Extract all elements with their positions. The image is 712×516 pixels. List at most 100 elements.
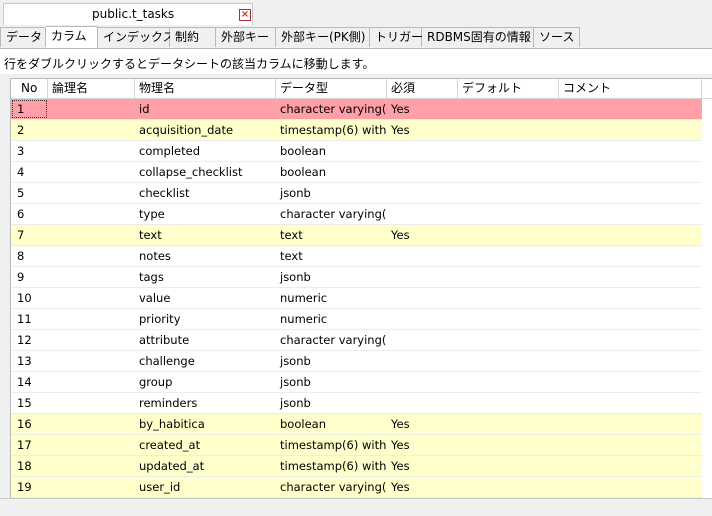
header-no[interactable]: No	[11, 79, 48, 98]
cell-no[interactable]: 5	[11, 183, 48, 203]
table-row[interactable]: 4 collapse_checklist boolean	[11, 162, 702, 183]
cell-default[interactable]	[458, 477, 559, 497]
cell-physical-name[interactable]: completed	[135, 141, 276, 161]
cell-logical-name[interactable]	[48, 99, 135, 119]
table-row[interactable]: 12 attributecharacter varying(50	[11, 330, 702, 351]
table-row[interactable]: 14 group jsonb	[11, 372, 702, 393]
cell-logical-name[interactable]	[48, 162, 135, 182]
cell-comment[interactable]	[559, 414, 702, 434]
cell-comment[interactable]	[559, 246, 702, 266]
cell-logical-name[interactable]	[48, 309, 135, 329]
table-row[interactable]: 2 acquisition_date timestamp(6) witho Yes	[11, 120, 702, 141]
cell-logical-name[interactable]	[48, 456, 135, 476]
cell-no[interactable]: 3	[11, 141, 48, 161]
cell-default[interactable]	[458, 204, 559, 224]
cell-comment[interactable]	[559, 435, 702, 455]
cell-logical-name[interactable]	[48, 393, 135, 413]
cell-default[interactable]	[458, 225, 559, 245]
cell-physical-name[interactable]: notes	[135, 246, 276, 266]
cell-default[interactable]	[458, 141, 559, 161]
cell-logical-name[interactable]	[48, 120, 135, 140]
cell-default[interactable]	[458, 120, 559, 140]
cell-no[interactable]: 2	[11, 120, 48, 140]
cell-logical-name[interactable]	[48, 351, 135, 371]
cell-data-type[interactable]: jsonb	[276, 183, 387, 203]
cell-required[interactable]	[387, 267, 458, 287]
cell-required[interactable]	[387, 246, 458, 266]
cell-required[interactable]: Yes	[387, 225, 458, 245]
cell-required[interactable]	[387, 162, 458, 182]
cell-no[interactable]: 6	[11, 204, 48, 224]
cell-logical-name[interactable]	[48, 372, 135, 392]
tab-data[interactable]: データ	[0, 27, 46, 47]
cell-required[interactable]	[387, 204, 458, 224]
cell-comment[interactable]	[559, 267, 702, 287]
cell-no[interactable]: 15	[11, 393, 48, 413]
cell-data-type[interactable]: boolean	[276, 414, 387, 434]
cell-required[interactable]: Yes	[387, 414, 458, 434]
cell-data-type[interactable]: jsonb	[276, 393, 387, 413]
cell-required[interactable]	[387, 351, 458, 371]
cell-logical-name[interactable]	[48, 288, 135, 308]
header-default[interactable]: デフォルト	[458, 79, 559, 98]
cell-logical-name[interactable]	[48, 246, 135, 266]
cell-data-type[interactable]: boolean	[276, 141, 387, 161]
cell-data-type[interactable]: jsonb	[276, 372, 387, 392]
cell-required[interactable]	[387, 141, 458, 161]
cell-default[interactable]	[458, 351, 559, 371]
cell-logical-name[interactable]	[48, 267, 135, 287]
cell-data-type[interactable]: character varying(50	[276, 204, 387, 224]
cell-physical-name[interactable]: collapse_checklist	[135, 162, 276, 182]
cell-data-type[interactable]: boolean	[276, 162, 387, 182]
cell-default[interactable]	[458, 267, 559, 287]
table-row[interactable]: 6 typecharacter varying(50	[11, 204, 702, 225]
cell-no[interactable]: 19	[11, 477, 48, 497]
cell-comment[interactable]	[559, 393, 702, 413]
cell-physical-name[interactable]: priority	[135, 309, 276, 329]
cell-no[interactable]: 11	[11, 309, 48, 329]
cell-physical-name[interactable]: user_id	[135, 477, 276, 497]
cell-no[interactable]: 7	[11, 225, 48, 245]
cell-data-type[interactable]: numeric	[276, 288, 387, 308]
cell-no[interactable]: 13	[11, 351, 48, 371]
cell-physical-name[interactable]: id	[135, 99, 276, 119]
cell-logical-name[interactable]	[48, 225, 135, 245]
cell-no[interactable]: 12	[11, 330, 48, 350]
cell-comment[interactable]	[559, 456, 702, 476]
cell-logical-name[interactable]	[48, 477, 135, 497]
table-row[interactable]: 19 user_idcharacter varying(25Yes	[11, 477, 702, 498]
table-row[interactable]: 1 idcharacter varying(25Yes	[11, 99, 702, 120]
cell-no[interactable]: 14	[11, 372, 48, 392]
cell-comment[interactable]	[559, 330, 702, 350]
cell-data-type[interactable]: character varying(25	[276, 99, 387, 119]
table-row[interactable]: 11 priority numeric	[11, 309, 702, 330]
cell-no[interactable]: 18	[11, 456, 48, 476]
cell-no[interactable]: 16	[11, 414, 48, 434]
cell-default[interactable]	[458, 288, 559, 308]
table-row[interactable]: 5 checklist jsonb	[11, 183, 702, 204]
cell-comment[interactable]	[559, 120, 702, 140]
cell-required[interactable]: Yes	[387, 456, 458, 476]
cell-required[interactable]: Yes	[387, 99, 458, 119]
cell-logical-name[interactable]	[48, 141, 135, 161]
cell-default[interactable]	[458, 435, 559, 455]
cell-comment[interactable]	[559, 477, 702, 497]
cell-default[interactable]	[458, 183, 559, 203]
cell-required[interactable]	[387, 309, 458, 329]
cell-physical-name[interactable]: updated_at	[135, 456, 276, 476]
header-comment[interactable]: コメント	[559, 79, 702, 98]
document-tab[interactable]: public.t_tasks ×	[3, 3, 253, 25]
cell-no[interactable]: 17	[11, 435, 48, 455]
table-row[interactable]: 9 tags jsonb	[11, 267, 702, 288]
table-row[interactable]: 16 by_habitica boolean Yes	[11, 414, 702, 435]
cell-comment[interactable]	[559, 204, 702, 224]
table-row[interactable]: 15 reminders jsonb	[11, 393, 702, 414]
cell-physical-name[interactable]: acquisition_date	[135, 120, 276, 140]
header-data-type[interactable]: データ型	[276, 79, 387, 98]
cell-default[interactable]	[458, 99, 559, 119]
cell-required[interactable]	[387, 330, 458, 350]
table-row[interactable]: 8 notes text	[11, 246, 702, 267]
cell-data-type[interactable]: timestamp(6) witho	[276, 456, 387, 476]
cell-logical-name[interactable]	[48, 330, 135, 350]
tab-triggers[interactable]: トリガー	[370, 27, 423, 47]
